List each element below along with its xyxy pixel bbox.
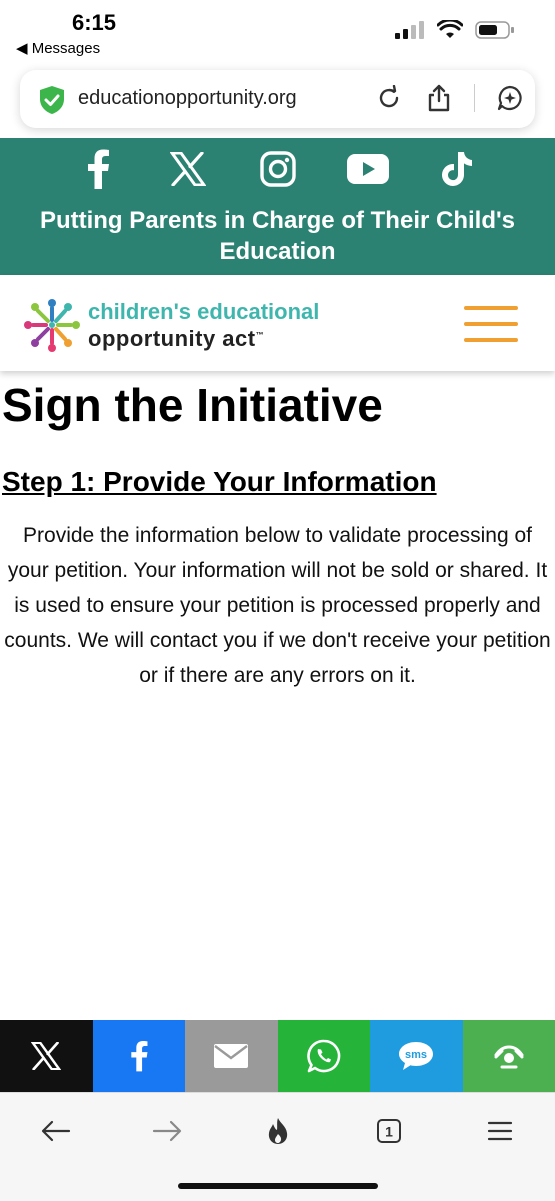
cellular-signal-icon: [395, 21, 425, 39]
logo-trademark: ™: [256, 331, 265, 340]
home-indicator: [178, 1183, 378, 1189]
share-x-button[interactable]: [0, 1020, 93, 1092]
email-icon: [214, 1044, 248, 1068]
status-bar: 6:15 ◀ Messages: [0, 0, 555, 64]
menu-bar-middle: [464, 322, 518, 326]
facebook-icon: [129, 1039, 149, 1073]
back-button[interactable]: [34, 1109, 78, 1153]
share-more-button[interactable]: [463, 1020, 555, 1092]
youtube-link[interactable]: [347, 148, 389, 190]
menu-bar-bottom: [464, 338, 518, 342]
url-text[interactable]: educationopportunity.org: [78, 87, 297, 110]
tab-count: 1: [385, 1124, 393, 1140]
share-bar: sms: [0, 1020, 555, 1092]
share-icon: [426, 84, 452, 112]
share-facebook-button[interactable]: [93, 1020, 186, 1092]
flame-icon: [266, 1117, 290, 1145]
youtube-icon: [347, 154, 389, 184]
logo-text-line2-main: opportunity act: [88, 326, 256, 351]
status-icons: [395, 20, 515, 40]
flame-button[interactable]: [256, 1109, 300, 1153]
tabs-button[interactable]: 1: [367, 1109, 411, 1153]
top-banner: Putting Parents in Charge of Their Child…: [0, 138, 555, 275]
browser-menu-button[interactable]: [478, 1109, 522, 1153]
x-icon: [31, 1042, 61, 1070]
sms-icon-label: sms: [405, 1049, 427, 1061]
menu-icon: [487, 1120, 513, 1142]
status-time: 6:15: [72, 10, 116, 36]
back-to-messages[interactable]: ◀ Messages: [16, 39, 100, 57]
sms-icon: sms: [398, 1041, 434, 1071]
tiktok-link[interactable]: [437, 148, 479, 190]
share-email-button[interactable]: [185, 1020, 278, 1092]
share-whatsapp-button[interactable]: [278, 1020, 371, 1092]
reload-icon: [376, 85, 402, 111]
tiktok-icon: [442, 150, 474, 188]
menu-button[interactable]: [464, 306, 518, 344]
site-header: children's educational opportunity act™: [0, 275, 555, 371]
logo-text-line1[interactable]: children's educational: [88, 299, 319, 325]
intro-paragraph: Provide the information below to validat…: [0, 518, 555, 693]
menu-bar-top: [464, 306, 518, 310]
share-button[interactable]: [424, 83, 454, 113]
forward-button[interactable]: [145, 1109, 189, 1153]
logo-icon[interactable]: [22, 297, 82, 353]
logo-text-line2[interactable]: opportunity act™: [88, 326, 264, 352]
tabs-icon: 1: [376, 1118, 402, 1144]
step-title: Step 1: Provide Your Information: [2, 466, 437, 498]
more-share-icon: [492, 1041, 526, 1071]
facebook-icon: [85, 149, 111, 189]
instagram-link[interactable]: [257, 148, 299, 190]
instagram-icon: [260, 151, 296, 187]
wifi-icon: [437, 20, 463, 40]
share-sms-button[interactable]: sms: [370, 1020, 463, 1092]
social-links: [0, 148, 555, 190]
reload-button[interactable]: [374, 83, 404, 113]
address-bar[interactable]: educationopportunity.org: [20, 70, 535, 128]
page-title: Sign the Initiative: [2, 378, 383, 432]
url-divider: [474, 84, 475, 112]
shield-check-icon: [38, 85, 66, 115]
battery-icon: [475, 20, 515, 40]
whatsapp-icon: [307, 1039, 341, 1073]
banner-tagline: Putting Parents in Charge of Their Child…: [0, 205, 555, 267]
back-arrow-icon: [41, 1120, 71, 1142]
facebook-link[interactable]: [77, 148, 119, 190]
forward-arrow-icon: [152, 1120, 182, 1142]
ai-assistant-button[interactable]: [495, 83, 525, 113]
x-icon: [170, 152, 206, 186]
x-link[interactable]: [167, 148, 209, 190]
ai-sparkle-icon: [496, 84, 524, 112]
